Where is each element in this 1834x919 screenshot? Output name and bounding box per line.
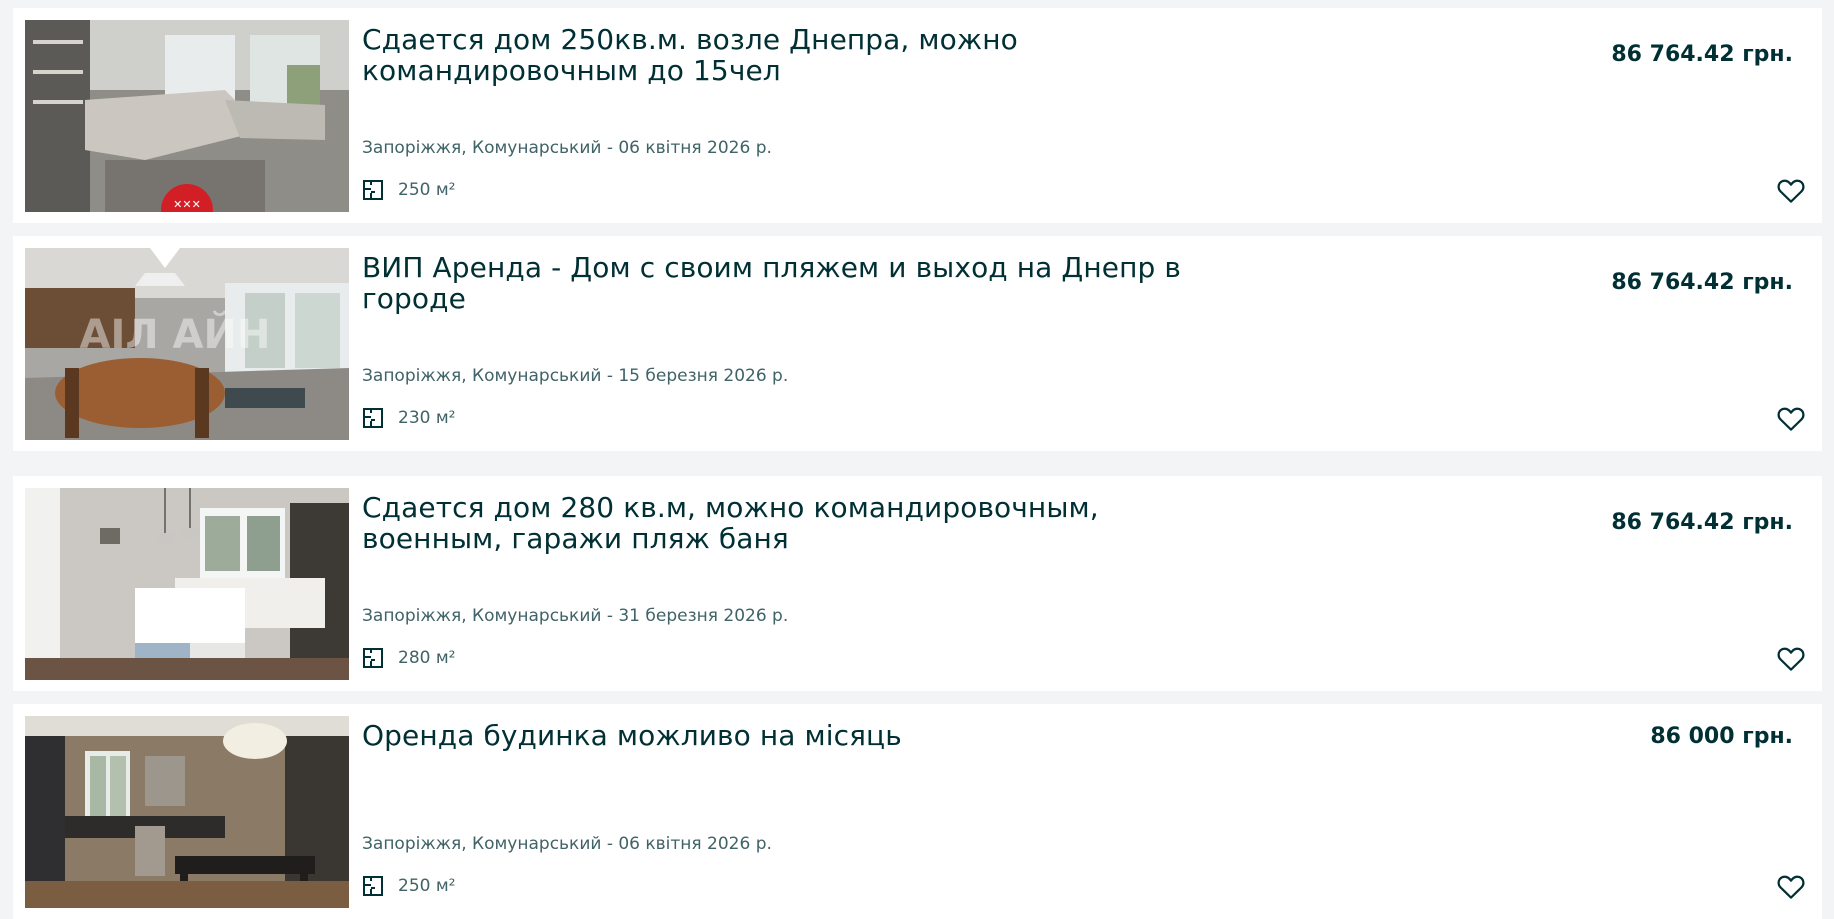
favorite-button[interactable] — [1776, 644, 1806, 674]
listing-location-date: Запоріжжя, Комунарський - 06 квітня 2026… — [362, 834, 772, 854]
listing-title[interactable]: Сдается дом 280 кв.м, можно командировоч… — [362, 492, 1242, 554]
listing-photo[interactable] — [25, 488, 349, 680]
listing-card[interactable]: АІЛ АЙН ВИП Аренда - Дом с своим пляжем … — [13, 236, 1822, 451]
listing-area: 250 м² — [362, 874, 456, 898]
listing-photo[interactable] — [25, 716, 349, 908]
heart-outline-icon — [1777, 647, 1805, 671]
listing-photo[interactable]: ✕✕✕ — [25, 20, 349, 212]
listing-location-date: Запоріжжя, Комунарський - 06 квітня 2026… — [362, 138, 772, 158]
listing-list: ✕✕✕ Сдается дом 250кв.м. возле Днепра, м… — [0, 0, 1834, 919]
listing-card[interactable]: Сдается дом 280 кв.м, можно командировоч… — [13, 476, 1822, 691]
favorite-button[interactable] — [1776, 404, 1806, 434]
kitchen-photo — [25, 488, 349, 680]
floor-plan-icon — [362, 647, 384, 669]
listing-price: 86 000 грн. — [1650, 724, 1793, 749]
listing-title[interactable]: ВИП Аренда - Дом с своим пляжем и выход … — [362, 252, 1242, 314]
listing-area: 250 м² — [362, 178, 456, 202]
listing-title[interactable]: Оренда будинка можливо на місяць — [362, 720, 1242, 751]
listing-photo[interactable]: АІЛ АЙН — [25, 248, 349, 440]
listing-area: 280 м² — [362, 646, 456, 670]
kitchen-dining-photo — [25, 716, 349, 908]
svg-text:✕✕✕: ✕✕✕ — [173, 198, 201, 211]
listing-area-value: 250 м² — [398, 180, 456, 200]
listing-area-value: 250 м² — [398, 876, 456, 896]
listing-area-value: 230 м² — [398, 408, 456, 428]
listing-title[interactable]: Сдается дом 250кв.м. возле Днепра, можно… — [362, 24, 1242, 86]
listing-card[interactable]: ✕✕✕ Сдается дом 250кв.м. возле Днепра, м… — [13, 8, 1822, 223]
heart-outline-icon — [1777, 875, 1805, 899]
favorite-button[interactable] — [1776, 872, 1806, 902]
floor-plan-icon — [362, 875, 384, 897]
svg-text:АІЛ АЙН: АІЛ АЙН — [80, 310, 271, 358]
floor-plan-icon — [362, 407, 384, 429]
living-room-photo: ✕✕✕ — [25, 20, 349, 212]
listing-price: 86 764.42 грн. — [1611, 270, 1793, 295]
listing-area-value: 280 м² — [398, 648, 456, 668]
favorite-button[interactable] — [1776, 176, 1806, 206]
listing-location-date: Запоріжжя, Комунарський - 15 березня 202… — [362, 366, 789, 386]
listing-card[interactable]: Оренда будинка можливо на місяць 86 000 … — [13, 704, 1822, 919]
listing-location-date: Запоріжжя, Комунарський - 31 березня 202… — [362, 606, 789, 626]
listing-price: 86 764.42 грн. — [1611, 42, 1793, 67]
listing-area: 230 м² — [362, 406, 456, 430]
floor-plan-icon — [362, 179, 384, 201]
heart-outline-icon — [1777, 407, 1805, 431]
listing-price: 86 764.42 грн. — [1611, 510, 1793, 535]
dining-room-photo: АІЛ АЙН — [25, 248, 349, 440]
heart-outline-icon — [1777, 179, 1805, 203]
